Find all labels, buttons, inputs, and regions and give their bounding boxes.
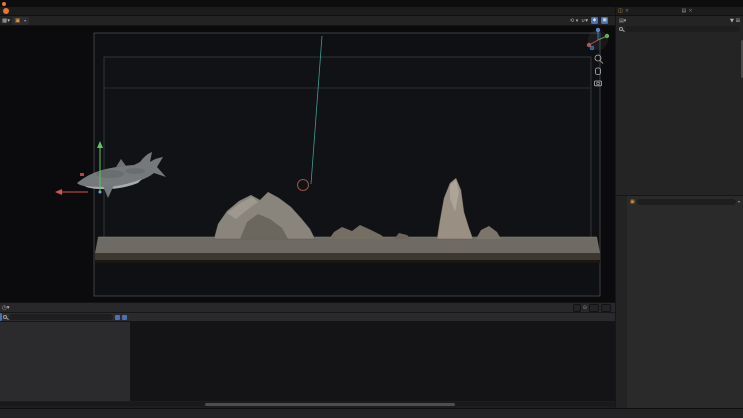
frame-end-field[interactable]	[601, 304, 611, 312]
filter-toggle-icon[interactable]	[115, 315, 120, 320]
top-bar: ◫ × ▤ ×	[0, 7, 743, 16]
snap-magnet-icon[interactable]: ∪▾	[581, 18, 588, 24]
blender-window: ◫ × ▤ × ▦▾ ▣ ▾ ⟲ ▾ ∪▾ ◆ ▣	[0, 0, 743, 418]
outliner-search[interactable]	[616, 25, 743, 33]
view-layer-selector[interactable]: ▤ ×	[680, 8, 743, 14]
frame-range-controls: ⊙	[573, 304, 615, 312]
floor-base-board	[95, 253, 600, 260]
scrollbar-thumb[interactable]	[205, 403, 455, 406]
display-options-icon[interactable]: ⊞	[736, 18, 740, 24]
status-bar	[0, 408, 743, 418]
scene-icon: ◫	[618, 8, 623, 14]
remove-view-layer-icon[interactable]: ×	[688, 8, 692, 14]
search-icon	[3, 315, 7, 319]
viewport-header-right: ⟲ ▾ ∪▾ ◆ ▣	[570, 17, 615, 24]
viewport-header: ▦▾ ▣ ▾ ⟲ ▾ ∪▾ ◆ ▣	[0, 16, 615, 26]
filter-toggle2-icon[interactable]	[122, 315, 127, 320]
timeline-header: ◷▾ ⊙	[0, 303, 615, 313]
orientation-dropdown[interactable]: ⟲ ▾	[570, 18, 578, 24]
properties-editor: ▣ ▾	[615, 195, 743, 408]
title-bar	[0, 0, 743, 7]
blender-menu-icon[interactable]	[3, 8, 9, 14]
viewport-3d[interactable]	[0, 26, 615, 302]
playhead-frame-badge[interactable]	[0, 313, 2, 321]
object-icon: ▣	[630, 199, 635, 205]
blender-logo-icon	[2, 2, 6, 6]
options-icon[interactable]: ▾	[738, 199, 740, 204]
search-icon	[619, 27, 623, 31]
overlays-toggle-icon[interactable]: ▣	[601, 17, 608, 24]
editor-type-icon[interactable]: ◷▾	[0, 305, 12, 311]
floor-shadow	[95, 260, 600, 263]
timeline-scrollbar[interactable]	[0, 402, 615, 406]
properties-content: ▣ ▾	[627, 196, 743, 409]
mode-dropdown[interactable]: ▣ ▾	[12, 17, 29, 25]
outliner-scrollbar[interactable]	[741, 40, 743, 78]
filter-icon[interactable]: ▼	[730, 18, 734, 24]
scene-selector[interactable]: ◫ ×	[616, 8, 680, 14]
outliner-header: ▤▾ ▼ ⊞	[616, 16, 743, 25]
editor-type-icon[interactable]: ▤▾	[619, 18, 626, 24]
outliner: ▤▾ ▼ ⊞	[615, 16, 743, 195]
dope-sheet: ◷▾ ⊙	[0, 302, 615, 408]
seafloor-platform[interactable]	[95, 237, 600, 253]
properties-search[interactable]: ▣ ▾	[628, 197, 742, 206]
properties-tabs	[616, 196, 627, 409]
properties-search-input[interactable]	[637, 199, 736, 205]
keying-set-icon[interactable]: ⊙	[583, 305, 587, 311]
object-mode-icon: ▣	[15, 18, 20, 24]
outliner-search-input[interactable]	[625, 26, 740, 32]
channel-list	[0, 322, 130, 401]
frame-start-field[interactable]	[589, 304, 599, 312]
unlink-scene-icon[interactable]: ×	[625, 8, 629, 14]
outliner-tree	[616, 33, 743, 194]
scene-selectors: ◫ × ▤ ×	[615, 7, 743, 15]
aquarium-tank[interactable]	[104, 57, 591, 253]
channel-search[interactable]	[0, 313, 130, 322]
view-layer-icon: ▤	[682, 8, 687, 14]
editor-type-icon[interactable]: ▦▾	[0, 18, 12, 24]
channel-search-input[interactable]	[9, 314, 113, 320]
gizmo-toggle-icon[interactable]: ◆	[591, 17, 598, 24]
current-frame-field[interactable]	[573, 304, 581, 312]
